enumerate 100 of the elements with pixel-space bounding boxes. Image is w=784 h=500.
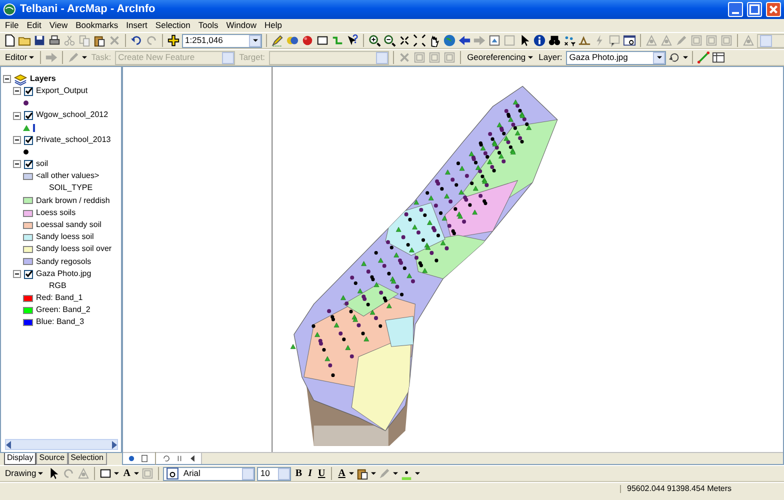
- menu-item[interactable]: Help: [263, 20, 283, 30]
- menu-item[interactable]: Tools: [197, 20, 220, 30]
- layer-checkbox[interactable]: [24, 160, 33, 169]
- menu-item[interactable]: File: [4, 20, 20, 30]
- rectangle-icon[interactable]: [316, 34, 329, 47]
- control-points-icon[interactable]: [697, 51, 710, 64]
- close-button[interactable]: [766, 2, 781, 17]
- fill-color-icon[interactable]: [356, 467, 370, 480]
- layout-view-icon[interactable]: [140, 454, 149, 463]
- dropdown-button[interactable]: [249, 34, 261, 46]
- menu-item[interactable]: View: [48, 20, 69, 30]
- coordinates-readout: 95602.044 91398.454 Meters: [620, 484, 760, 494]
- scale-field[interactable]: 1:251,046: [182, 34, 262, 48]
- minimize-button[interactable]: [728, 2, 743, 17]
- layer-name[interactable]: Wgow_school_2012: [36, 111, 108, 120]
- bold-button[interactable]: B: [293, 468, 304, 479]
- help-pointer-icon[interactable]: [346, 34, 359, 47]
- italic-button[interactable]: I: [306, 468, 314, 479]
- caret-icon[interactable]: [415, 472, 420, 475]
- underline-button[interactable]: U: [316, 468, 328, 479]
- font-color-button[interactable]: A: [336, 468, 348, 479]
- layer-checkbox[interactable]: [24, 270, 33, 279]
- toc-root-label[interactable]: Layers: [30, 74, 56, 84]
- scroll-left-icon[interactable]: [6, 440, 11, 449]
- menu-item[interactable]: Edit: [26, 20, 42, 30]
- text-tool-button[interactable]: A: [121, 468, 132, 479]
- measure-icon[interactable]: [578, 34, 591, 47]
- layer-name[interactable]: Gaza Photo.jpg: [36, 270, 92, 278]
- toc-tab[interactable]: Selection: [68, 453, 107, 465]
- save-icon[interactable]: [33, 34, 46, 47]
- new-document-icon[interactable]: [3, 34, 16, 47]
- info-icon[interactable]: [533, 34, 546, 47]
- legend-heading: SOIL_TYPE: [49, 184, 93, 194]
- menu-item[interactable]: Selection: [154, 20, 192, 30]
- rotate-icon[interactable]: [668, 51, 682, 64]
- rectangle-icon[interactable]: [99, 467, 112, 480]
- caret-icon[interactable]: [38, 472, 44, 475]
- maximize-button[interactable]: [747, 2, 762, 17]
- collapse-icon[interactable]: [13, 87, 21, 96]
- globe-icon[interactable]: [443, 34, 456, 47]
- font-field[interactable]: Arial: [163, 466, 256, 480]
- caret-icon[interactable]: [683, 56, 688, 59]
- line-color-icon[interactable]: [378, 467, 392, 480]
- layer-name[interactable]: Export_Output: [36, 86, 88, 96]
- layer-checkbox[interactable]: [24, 136, 33, 145]
- map-scrollbar[interactable]: [201, 453, 783, 464]
- map-frame-icon[interactable]: [488, 34, 501, 47]
- xy-icon[interactable]: [563, 34, 576, 47]
- menu-item[interactable]: Insert: [125, 20, 148, 30]
- zoom-in-icon[interactable]: [368, 34, 381, 47]
- caret-icon[interactable]: [528, 56, 533, 59]
- scroll-left-icon[interactable]: [188, 454, 197, 463]
- collapse-icon[interactable]: [13, 270, 21, 278]
- back-arrow-icon[interactable]: [458, 34, 471, 47]
- binoculars-icon[interactable]: [548, 34, 561, 47]
- dropdown-button[interactable]: [653, 52, 666, 64]
- fixed-zoom-in-icon[interactable]: [398, 34, 411, 47]
- caret-icon[interactable]: [134, 472, 140, 475]
- window-icon[interactable]: [623, 34, 636, 47]
- caret-icon[interactable]: [349, 472, 354, 475]
- layer-checkbox[interactable]: [24, 111, 33, 120]
- menu-item[interactable]: Bookmarks: [74, 20, 120, 30]
- toc-tab[interactable]: Display: [4, 453, 36, 465]
- georeferencing-menu-button[interactable]: Georeferencing: [465, 52, 535, 62]
- menu-item[interactable]: Window: [225, 20, 258, 30]
- link-table-icon[interactable]: [712, 51, 726, 64]
- font-size-value: 10: [260, 468, 270, 478]
- layer-checkbox[interactable]: [24, 86, 33, 96]
- layer-name[interactable]: Private_school_2013: [36, 136, 111, 144]
- collapse-icon[interactable]: [3, 75, 11, 84]
- zoom-field[interactable]: [757, 34, 784, 48]
- caret-icon[interactable]: [114, 472, 120, 475]
- target-label: Target:: [238, 52, 266, 62]
- paste-icon[interactable]: [93, 34, 106, 47]
- drawing-menu-button[interactable]: Drawing: [3, 468, 46, 478]
- ball-icon[interactable]: [301, 34, 314, 47]
- scroll-right-icon[interactable]: [112, 440, 117, 449]
- collapse-icon[interactable]: [13, 160, 21, 168]
- data-view-icon[interactable]: [127, 454, 136, 463]
- refresh-icon[interactable]: [162, 454, 171, 463]
- palette-icon[interactable]: [286, 34, 299, 47]
- caret-icon[interactable]: [371, 472, 376, 475]
- toc-tab[interactable]: Source: [36, 453, 68, 465]
- undo-icon[interactable]: [130, 34, 143, 47]
- layer-field[interactable]: Gaza Photo.jpg: [566, 50, 666, 64]
- caret-icon[interactable]: [29, 56, 34, 59]
- caret-icon[interactable]: [82, 56, 88, 59]
- collapse-icon[interactable]: [13, 136, 21, 144]
- caret-icon[interactable]: [393, 472, 398, 475]
- printer-icon[interactable]: [48, 34, 61, 47]
- font-size-field[interactable]: 10: [257, 466, 292, 480]
- toc-scrollbar[interactable]: [5, 439, 118, 450]
- pause-icon[interactable]: [175, 454, 184, 463]
- add-data-icon[interactable]: [167, 34, 180, 47]
- collapse-icon[interactable]: [13, 112, 21, 120]
- editor-pencil-icon[interactable]: [271, 34, 284, 47]
- zoom-out-icon[interactable]: [383, 34, 396, 47]
- layer-name[interactable]: soil: [36, 160, 48, 169]
- editor-menu-button[interactable]: Editor: [3, 52, 36, 62]
- fixed-zoom-out-icon[interactable]: [413, 34, 426, 47]
